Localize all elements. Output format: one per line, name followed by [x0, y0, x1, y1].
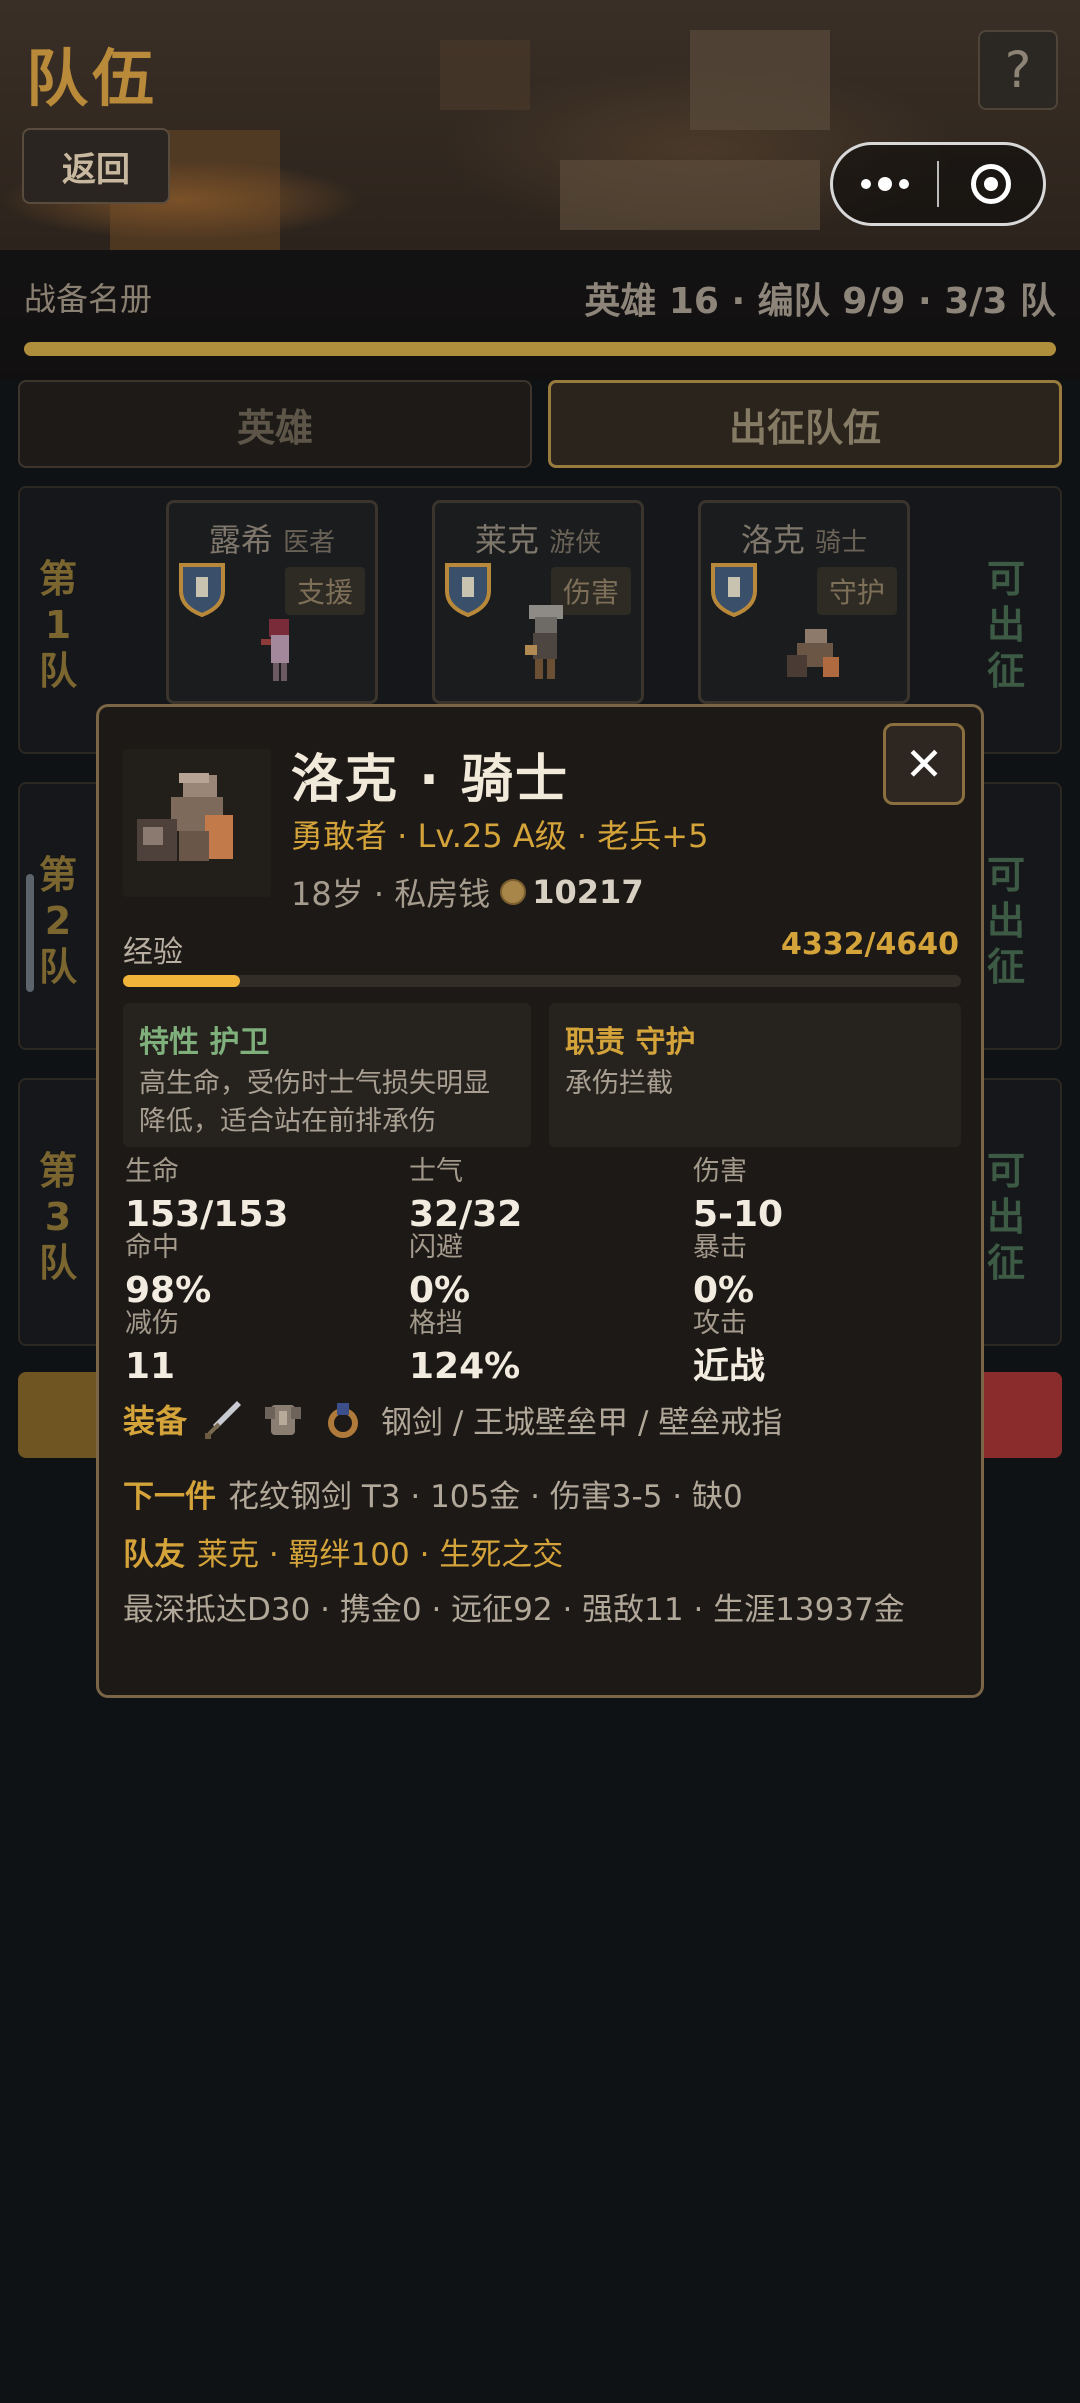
hero-age-label: 18岁 · 私房钱: [291, 875, 491, 913]
team-status-1: 可出征: [986, 557, 1025, 693]
exp-progress-fill: [123, 975, 241, 987]
hero-name-title: 洛克 · 骑士: [291, 750, 569, 810]
team-slot[interactable]: 露希 医者 支援: [166, 500, 378, 704]
page-title: 队伍: [26, 42, 159, 115]
back-button[interactable]: 返回: [22, 128, 170, 204]
stat-crit: 暴击 0%: [693, 1232, 755, 1311]
mini-program-capsule: [830, 142, 1046, 226]
roster-label: 战备名册: [24, 280, 153, 318]
tab-heroes[interactable]: 英雄: [18, 380, 532, 468]
stat-block: 格挡 124%: [409, 1308, 521, 1387]
hero-rank-line: 勇敢者 · Lv.25 A级 · 老兵+5: [291, 817, 709, 855]
sword-icon[interactable]: [199, 1395, 247, 1443]
stat-hp: 生命 153/153: [125, 1156, 289, 1235]
team-status-2: 可出征: [986, 853, 1025, 989]
help-button[interactable]: ?: [978, 30, 1058, 110]
slot-name: 洛克 骑士: [740, 521, 868, 559]
stat-dodge: 闪避 0%: [409, 1232, 471, 1311]
exp-progress-bar: [123, 975, 961, 987]
hero-savings-value: 10217: [532, 873, 644, 911]
ring-icon[interactable]: [319, 1395, 367, 1443]
team-slot[interactable]: 洛克 骑士 守护: [698, 500, 910, 704]
equip-list: 钢剑 / 王城壁垒甲 / 壁垒戒指: [381, 1404, 783, 1441]
teammate-row: 队友 莱克 · 羁绊100 · 生死之交: [123, 1529, 563, 1574]
team-slot[interactable]: 莱克 游侠 伤害: [432, 500, 644, 704]
equipment-row: 装备 钢剑 / 王城壁垒甲 / 壁垒戒指: [123, 1395, 782, 1443]
slot-name: 莱克 游侠: [474, 521, 602, 559]
next-item-text: 花纹钢剑 T3 · 105金 · 伤害3-5 · 缺0: [228, 1479, 743, 1515]
close-icon: ✕: [904, 737, 944, 791]
equip-label: 装备: [123, 1402, 188, 1440]
stat-reduction: 减伤 11: [125, 1308, 179, 1387]
shield-icon: [179, 563, 225, 617]
armor-icon[interactable]: [259, 1395, 307, 1443]
duty-panel: 职责 守护 承伤拦截: [549, 1003, 961, 1147]
team-label-1: 第1队: [38, 557, 77, 693]
trait-panel: 特性 护卫 高生命，受伤时士气损失明显降低，适合站在前排承伤: [123, 1003, 531, 1147]
stat-accuracy: 命中 98%: [125, 1232, 212, 1311]
knight-sprite-icon: [787, 629, 839, 677]
duty-description: 承伤拦截: [565, 1068, 673, 1099]
shield-icon: [711, 563, 757, 617]
trait-description: 高生命，受伤时士气损失明显降低，适合站在前排承伤: [139, 1068, 490, 1137]
duty-title: 职责 守护: [565, 1025, 696, 1060]
slot-name: 露希 医者: [208, 521, 336, 559]
teammate-text: 莱克 · 羁绊100 · 生死之交: [197, 1537, 564, 1573]
team-status-3: 可出征: [986, 1149, 1025, 1285]
knight-portrait-icon: [137, 773, 233, 861]
close-miniprogram-icon[interactable]: [939, 164, 1043, 204]
roster-progress-bar: [24, 342, 1056, 356]
healer-sprite-icon: [261, 619, 289, 681]
exp-value: 4332/4640: [781, 927, 959, 962]
trait-title: 特性 护卫: [139, 1025, 270, 1060]
stat-attack-type: 攻击 近战: [693, 1308, 766, 1387]
team-label-3: 第3队: [38, 1149, 77, 1285]
exp-label: 经验: [123, 935, 183, 970]
teammate-label: 队友: [123, 1537, 185, 1573]
more-icon[interactable]: [833, 177, 937, 191]
next-item-row: 下一件 花纹钢剑 T3 · 105金 · 伤害3-5 · 缺0: [123, 1471, 743, 1516]
shield-icon: [445, 563, 491, 617]
scrollbar[interactable]: [26, 874, 34, 992]
tab-teams[interactable]: 出征队伍: [548, 380, 1062, 468]
stat-damage: 伤害 5-10: [693, 1156, 784, 1235]
team-label-2: 第2队: [38, 853, 77, 989]
coin-icon: [500, 879, 527, 905]
career-summary: 最深抵达D30 · 携金0 · 远征92 · 强敌11 · 生涯13937金: [123, 1592, 905, 1628]
hero-portrait: [123, 749, 271, 897]
hero-detail-modal: 洛克 · 骑士 ✕ 勇敢者 · Lv.25 A级 · 老兵+5 18岁 · 私房…: [96, 704, 984, 1698]
roster-stats: 英雄 16 · 编队 9/9 · 3/3 队: [584, 281, 1056, 322]
next-item-label: 下一件: [123, 1479, 216, 1515]
hero-age-savings: 18岁 · 私房钱 10217: [291, 869, 644, 915]
close-button[interactable]: ✕: [883, 723, 965, 805]
ranger-sprite-icon: [525, 605, 563, 679]
stat-morale: 士气 32/32: [409, 1156, 523, 1235]
